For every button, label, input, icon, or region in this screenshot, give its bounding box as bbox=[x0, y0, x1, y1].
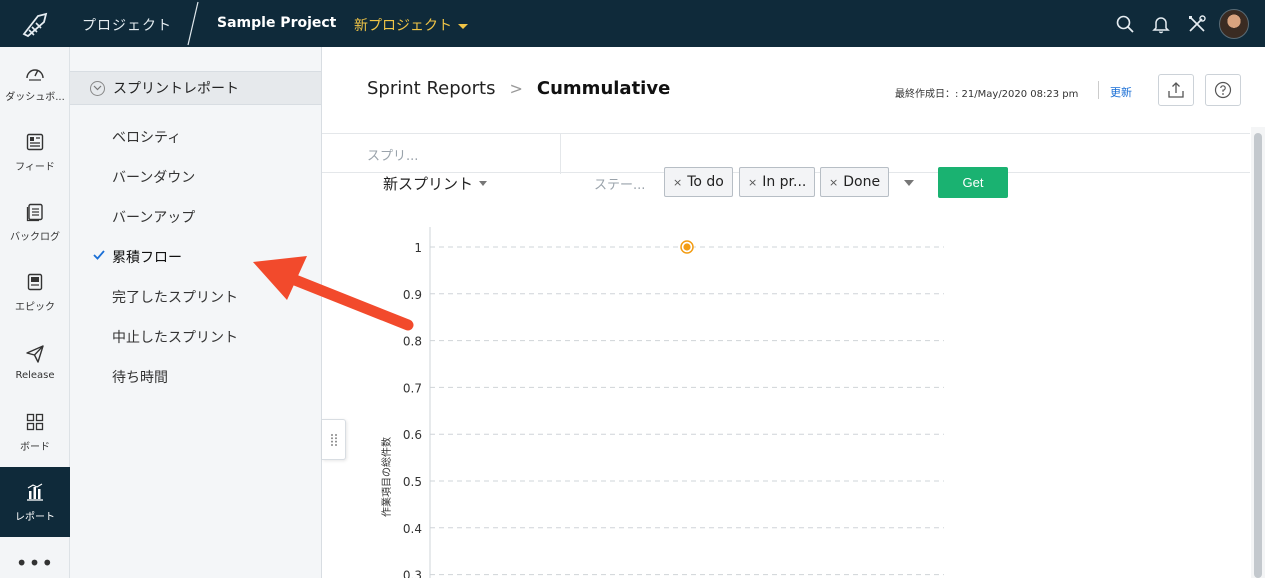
y-axis-label: 作業項目の総件数 bbox=[380, 437, 393, 517]
sidebar-item-burndown[interactable]: バーンダウン bbox=[112, 167, 195, 187]
chevron-down-icon bbox=[479, 181, 488, 186]
report-sidebar: スプリントレポート ベロシティ バーンダウン バーンアップ 累積フロー 完了した… bbox=[70, 47, 322, 578]
status-chip[interactable]: × In pr... bbox=[739, 167, 816, 197]
page-title: Cummulative bbox=[536, 78, 671, 99]
sidebar-section-header[interactable]: スプリントレポート bbox=[70, 71, 321, 105]
sidebar-section-title: スプリントレポート bbox=[113, 81, 239, 97]
help-icon bbox=[1214, 81, 1232, 99]
top-bar: プロジェクト Sample Project 新プロジェクト bbox=[0, 0, 1265, 47]
chip-label: In pr... bbox=[762, 174, 807, 190]
nav-label: バックログ bbox=[10, 231, 60, 243]
nav-label: Release bbox=[15, 369, 55, 381]
remove-icon[interactable]: × bbox=[673, 176, 682, 189]
nav-release[interactable]: Release bbox=[0, 327, 70, 397]
y-tick-label: 0.7 bbox=[403, 381, 422, 395]
backlog-icon bbox=[26, 203, 43, 221]
nav-board[interactable]: ボード bbox=[0, 397, 70, 467]
search-icon[interactable] bbox=[1107, 0, 1143, 47]
y-tick-label: 0.6 bbox=[403, 428, 422, 442]
app-logo-icon[interactable] bbox=[0, 0, 70, 47]
breadcrumb-sprint-reports[interactable]: Sprint Reports bbox=[367, 78, 496, 99]
main-content: Sprint Reports > Cummulative 最終作成日：: 21/… bbox=[322, 47, 1265, 578]
drag-handle-icon[interactable] bbox=[322, 419, 346, 460]
help-button[interactable] bbox=[1205, 74, 1241, 106]
epic-icon bbox=[27, 273, 43, 290]
nav-label: フィード bbox=[15, 161, 55, 173]
projects-link[interactable]: プロジェクト bbox=[82, 15, 172, 35]
cumulative-flow-chart: 1 0.9 0.8 0.7 0.6 0.5 0.4 0.3 作業項目の総件数 bbox=[380, 227, 944, 578]
sidebar-item-velocity[interactable]: ベロシティ bbox=[112, 127, 181, 147]
refresh-link[interactable]: 更新 bbox=[1110, 84, 1132, 100]
sidebar-item-cumulative-flow[interactable]: 累積フロー bbox=[112, 247, 182, 267]
nav-label: エピック bbox=[15, 301, 55, 313]
y-tick-label: 0.4 bbox=[403, 522, 422, 536]
current-project-name[interactable]: Sample Project bbox=[217, 15, 336, 31]
status-filter-label: ステー... bbox=[594, 178, 646, 193]
data-point-fill bbox=[683, 243, 691, 251]
scrollbar-thumb[interactable] bbox=[1254, 133, 1262, 578]
y-tick-label: 0.8 bbox=[403, 335, 422, 349]
new-project-dropdown[interactable]: 新プロジェクト bbox=[354, 15, 468, 35]
release-icon bbox=[26, 344, 44, 363]
chevron-down-circle-icon bbox=[90, 80, 105, 96]
dashboard-icon bbox=[26, 68, 44, 81]
sidebar-item-cancelled-sprints[interactable]: 中止したスプリント bbox=[112, 327, 238, 347]
sidebar-item-completed-sprints[interactable]: 完了したスプリント bbox=[112, 287, 238, 307]
y-tick-label: 1 bbox=[414, 241, 422, 255]
feed-icon bbox=[26, 133, 44, 150]
divider bbox=[1098, 81, 1099, 99]
remove-icon[interactable]: × bbox=[829, 176, 838, 189]
filter-divider bbox=[560, 134, 561, 174]
nav-label: ボード bbox=[20, 441, 50, 453]
more-icon[interactable]: ••• bbox=[0, 551, 70, 575]
upload-icon bbox=[1168, 82, 1184, 98]
check-icon bbox=[93, 250, 105, 260]
nav-feed[interactable]: フィード bbox=[0, 117, 70, 187]
export-button[interactable] bbox=[1158, 74, 1194, 106]
sidebar-item-wait-time[interactable]: 待ち時間 bbox=[112, 367, 168, 387]
remove-icon[interactable]: × bbox=[748, 176, 757, 189]
nav-dashboard[interactable]: ダッシュボ... bbox=[0, 47, 70, 117]
nav-report[interactable]: レポート bbox=[0, 467, 70, 537]
breadcrumb: Sprint Reports > Cummulative bbox=[367, 78, 670, 99]
sprint-select[interactable]: 新スプリント bbox=[383, 173, 488, 194]
new-project-label: 新プロジェクト bbox=[354, 18, 452, 34]
get-button[interactable]: Get bbox=[938, 167, 1008, 198]
chip-label: To do bbox=[687, 174, 724, 190]
board-icon bbox=[26, 413, 44, 430]
nav-epic[interactable]: エピック bbox=[0, 257, 70, 327]
user-avatar[interactable] bbox=[1219, 8, 1249, 39]
bell-icon[interactable] bbox=[1143, 0, 1179, 47]
nav-backlog[interactable]: バックログ bbox=[0, 187, 70, 257]
chip-label: Done bbox=[843, 174, 881, 190]
breadcrumb-divider bbox=[187, 1, 199, 46]
status-chip[interactable]: × Done bbox=[820, 167, 890, 197]
chevron-right-icon: > bbox=[509, 79, 523, 98]
status-chip[interactable]: × To do bbox=[664, 167, 733, 197]
left-nav: ダッシュボ... フィード バックログ エピック Release ボード レポー… bbox=[0, 47, 70, 578]
status-dropdown-toggle[interactable] bbox=[904, 180, 914, 186]
nav-label: ダッシュボ... bbox=[5, 91, 65, 103]
sprint-filter-label: スプリ... bbox=[367, 149, 419, 164]
last-created-info: 最終作成日：: 21/May/2020 08:23 pm bbox=[895, 89, 1079, 100]
sprint-select-value: 新スプリント bbox=[383, 175, 474, 193]
chevron-down-icon bbox=[458, 23, 468, 29]
report-icon bbox=[27, 482, 43, 501]
tools-icon[interactable] bbox=[1179, 0, 1215, 47]
nav-label: レポート bbox=[15, 511, 55, 523]
y-tick-label: 0.9 bbox=[403, 288, 422, 302]
y-tick-label: 0.3 bbox=[403, 569, 422, 578]
sidebar-item-burnup[interactable]: バーンアップ bbox=[112, 207, 195, 227]
y-tick-label: 0.5 bbox=[403, 475, 422, 489]
